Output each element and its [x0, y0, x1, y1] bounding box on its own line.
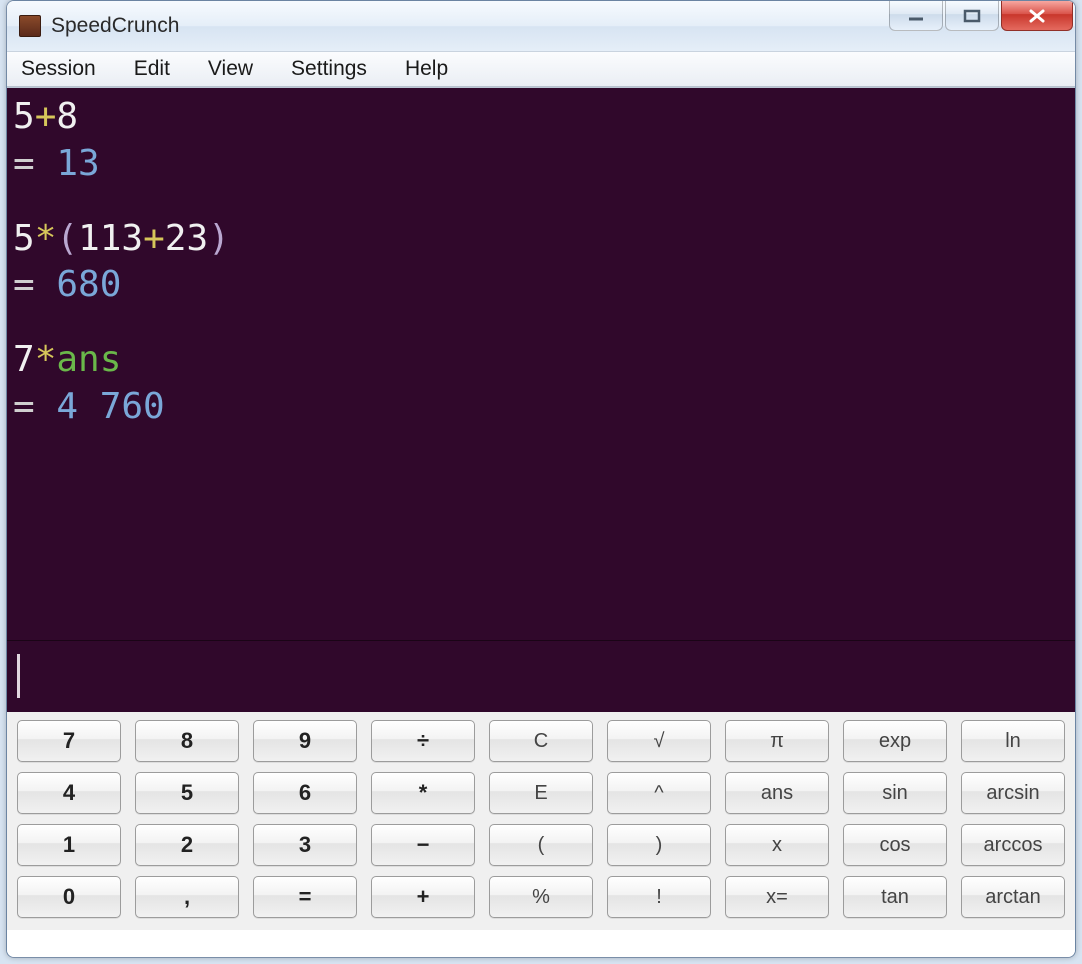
expression-input[interactable]: [20, 656, 1069, 696]
key-ans[interactable]: ans: [725, 772, 829, 814]
key-tan[interactable]: tan: [843, 876, 947, 918]
key-3[interactable]: 3: [253, 824, 357, 866]
history-display[interactable]: 5+8= 135*(113+23)= 6807*ans= 4 760: [7, 88, 1075, 640]
key-arctan[interactable]: arctan: [961, 876, 1065, 918]
expr-token: 7: [13, 339, 35, 380]
key-0[interactable]: 0: [17, 876, 121, 918]
expr-token: +: [35, 96, 57, 137]
key-7[interactable]: 7: [17, 720, 121, 762]
menu-help[interactable]: Help: [401, 55, 452, 83]
key-1[interactable]: 1: [17, 824, 121, 866]
close-button[interactable]: [1001, 1, 1073, 31]
history-expression: 5+8: [13, 94, 1069, 141]
key-sqrt[interactable]: √: [607, 720, 711, 762]
key-multiply[interactable]: *: [371, 772, 475, 814]
menu-settings[interactable]: Settings: [287, 55, 371, 83]
maximize-icon: [963, 9, 981, 23]
expr-token: (: [56, 218, 78, 259]
key-lparen[interactable]: (: [489, 824, 593, 866]
history-result: = 13: [13, 141, 1069, 188]
key-8[interactable]: 8: [135, 720, 239, 762]
result-value: 680: [56, 264, 121, 305]
menu-session[interactable]: Session: [17, 55, 100, 83]
keypad: 789 ÷ C √ πexpln 456 * E ^ anssin arcsin 123−() xcos…: [7, 712, 1075, 930]
key-ln[interactable]: ln: [961, 720, 1065, 762]
key-e[interactable]: E: [489, 772, 593, 814]
menu-view[interactable]: View: [204, 55, 257, 83]
history-result: = 4 760: [13, 384, 1069, 431]
key-arcsin[interactable]: arcsin: [961, 772, 1065, 814]
result-equals: =: [13, 264, 56, 305]
expr-token: ): [208, 218, 230, 259]
result-equals: =: [13, 386, 56, 427]
key-x[interactable]: x: [725, 824, 829, 866]
key-arccos[interactable]: arccos: [961, 824, 1065, 866]
key-comma[interactable]: ,: [135, 876, 239, 918]
key-factorial[interactable]: !: [607, 876, 711, 918]
window-title: SpeedCrunch: [51, 14, 887, 38]
result-equals: =: [13, 143, 56, 184]
history-expression: 7*ans: [13, 337, 1069, 384]
key-clear[interactable]: C: [489, 720, 593, 762]
key-5[interactable]: 5: [135, 772, 239, 814]
application-window: SpeedCrunch Session Edit View Settings H…: [6, 0, 1076, 958]
minimize-button[interactable]: [889, 1, 943, 31]
key-9[interactable]: 9: [253, 720, 357, 762]
minimize-icon: [907, 9, 925, 23]
history-entry[interactable]: 5+8= 13: [13, 94, 1069, 188]
result-value: 13: [56, 143, 99, 184]
key-divide[interactable]: ÷: [371, 720, 475, 762]
history-result: = 680: [13, 262, 1069, 309]
expr-token: 113: [78, 218, 143, 259]
titlebar[interactable]: SpeedCrunch: [7, 1, 1075, 51]
key-assign[interactable]: x=: [725, 876, 829, 918]
input-row: [7, 640, 1075, 712]
key-power[interactable]: ^: [607, 772, 711, 814]
history-entry[interactable]: 5*(113+23)= 680: [13, 216, 1069, 310]
history-expression: 5*(113+23): [13, 216, 1069, 263]
app-icon: [19, 15, 41, 37]
history-entry[interactable]: 7*ans= 4 760: [13, 337, 1069, 431]
expr-token: *: [35, 339, 57, 380]
key-2[interactable]: 2: [135, 824, 239, 866]
key-percent[interactable]: %: [489, 876, 593, 918]
menubar: Session Edit View Settings Help: [7, 51, 1075, 87]
key-4[interactable]: 4: [17, 772, 121, 814]
key-pi[interactable]: π: [725, 720, 829, 762]
key-sin[interactable]: sin: [843, 772, 947, 814]
result-value: 4 760: [56, 386, 164, 427]
client-area: 5+8= 135*(113+23)= 6807*ans= 4 760 789÷C…: [7, 87, 1075, 957]
key-rparen[interactable]: ): [607, 824, 711, 866]
maximize-button[interactable]: [945, 1, 999, 31]
key-exp[interactable]: exp: [843, 720, 947, 762]
window-controls: [887, 1, 1073, 51]
expr-token: 8: [56, 96, 78, 137]
expr-token: 5: [13, 218, 35, 259]
key-equals[interactable]: =: [253, 876, 357, 918]
key-6[interactable]: 6: [253, 772, 357, 814]
expr-token: 5: [13, 96, 35, 137]
key-plus[interactable]: +: [371, 876, 475, 918]
key-cos[interactable]: cos: [843, 824, 947, 866]
key-minus[interactable]: −: [371, 824, 475, 866]
expr-token: *: [35, 218, 57, 259]
expr-token: +: [143, 218, 165, 259]
expr-token: 23: [165, 218, 208, 259]
expr-token: ans: [56, 339, 121, 380]
menu-edit[interactable]: Edit: [130, 55, 174, 83]
close-icon: [1027, 9, 1047, 23]
